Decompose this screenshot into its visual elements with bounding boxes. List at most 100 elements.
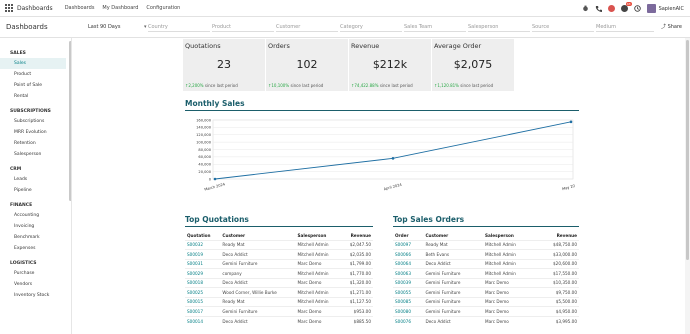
kpi-quotations[interactable]: Quotations 23 ↑2,200% since last period xyxy=(183,39,265,91)
filter-customer[interactable]: Customer xyxy=(276,23,338,32)
period-filter[interactable]: Last 90 Days ▾ xyxy=(88,24,148,30)
sidebar-item-expenses[interactable]: Expenses xyxy=(0,243,71,254)
filter-salesperson[interactable]: Salesperson xyxy=(468,23,530,32)
sidebar-item-inventory-stock[interactable]: Inventory Stock xyxy=(0,290,71,301)
table-row[interactable]: S00032 Ready Mat Mitchell Admin $2,047.50 xyxy=(185,239,373,250)
messages-icon[interactable]: 43 xyxy=(620,2,632,12)
table-row[interactable]: S00019 Deco Addict Mitchell Admin $2,035.00 xyxy=(185,249,373,259)
x-tick-label: April 2024 xyxy=(383,183,403,192)
table-row[interactable]: S00063 Gemini Furniture Mitchell Admin $17,… xyxy=(393,268,579,278)
table-row[interactable]: S00029 company Mitchell Admin $1,770.00 xyxy=(185,268,373,278)
cell-ref[interactable]: S00018 xyxy=(185,277,221,288)
filter-sales-team[interactable]: Sales Team xyxy=(404,23,466,32)
sidebar-item-salesperson[interactable]: Salesperson xyxy=(0,149,71,160)
cell-ref[interactable]: S00031 xyxy=(185,258,221,269)
bug-icon[interactable] xyxy=(582,5,589,12)
table-row[interactable]: S00085 Gemini Furniture Marc Demo $5,500.00 xyxy=(393,296,579,307)
sidebar-item-subscriptions[interactable]: Subscriptions xyxy=(0,116,71,127)
sidebar-item-product[interactable]: Product xyxy=(0,69,71,80)
cell-ref[interactable]: S00097 xyxy=(393,239,424,250)
x-tick-label: May 2024 xyxy=(562,183,575,192)
kpi-trend: ↑10,100% since last period xyxy=(268,83,323,88)
table-row[interactable]: S00031 Gemini Furniture Marc Demo $1,799.00 xyxy=(185,258,373,269)
filter-medium[interactable]: Medium xyxy=(596,23,654,32)
apps-menu-icon[interactable] xyxy=(5,4,13,12)
sidebar-item-invoicing[interactable]: Invoicing xyxy=(0,221,71,232)
filter-source[interactable]: Source xyxy=(532,23,594,32)
monthly-sales-rule xyxy=(185,110,579,111)
col-customer: Customer xyxy=(222,233,246,239)
cell-ref[interactable]: S00055 xyxy=(393,287,424,297)
cell-customer: Gemini Furniture xyxy=(220,258,296,269)
kpi-average-order[interactable]: Average Order $2,075 ↑1,120.81% since la… xyxy=(432,39,514,91)
table-row[interactable]: S00025 Wood Corner, Willie Burke Mitchell … xyxy=(185,287,373,297)
col-salesperson: Salesperson xyxy=(484,233,514,239)
cell-ref[interactable]: S00064 xyxy=(393,258,424,269)
nav-dashboards[interactable]: Dashboards xyxy=(65,5,95,11)
kpi-orders[interactable]: Orders 102 ↑10,100% since last period xyxy=(266,39,348,91)
top-quotations-title: Top Quotations xyxy=(185,215,249,224)
table-row[interactable]: S00055 Gemini Furniture Marc Demo $9,750.00 xyxy=(393,287,579,297)
cell-ref[interactable]: S00025 xyxy=(185,287,221,297)
nav-my-dashboard[interactable]: My Dashboard xyxy=(102,5,138,11)
cell-salesperson: Marc Demo xyxy=(295,258,341,269)
sidebar-item-accounting[interactable]: Accounting xyxy=(0,210,71,221)
main-scrollbar-thumb[interactable] xyxy=(686,40,689,260)
share-button[interactable]: ⤴ Share xyxy=(661,23,682,30)
cell-ref[interactable]: S00015 xyxy=(185,296,221,307)
period-filter-value: Last 90 Days xyxy=(88,24,121,30)
sidebar-item-retention[interactable]: Retention xyxy=(0,138,71,149)
cell-ref[interactable]: S00063 xyxy=(393,268,424,278)
data-point[interactable] xyxy=(213,177,217,181)
sidebar-item-purchase[interactable]: Purchase xyxy=(0,268,71,279)
cell-ref[interactable]: S00019 xyxy=(185,249,221,259)
table-row[interactable]: S00039 Gemini Furniture Marc Demo $10,350.0… xyxy=(393,277,579,288)
cell-ref[interactable]: S00029 xyxy=(185,268,221,278)
top-sales-orders-table: Order Customer Salesperson Revenue S0009… xyxy=(393,232,579,326)
sidebar-item-benchmark[interactable]: Benchmark xyxy=(0,232,71,243)
cell-ref[interactable]: S00039 xyxy=(393,277,424,288)
filter-category[interactable]: Category xyxy=(340,23,402,32)
sidebar-item-mrr-evolution[interactable]: MRR Evolution xyxy=(0,127,71,138)
cell-ref[interactable]: S00066 xyxy=(393,249,424,259)
cell-ref[interactable]: S00076 xyxy=(393,315,424,326)
table-row[interactable]: S00066 Beth Evans Mitchell Admin $33,000.00 xyxy=(393,249,579,259)
data-point[interactable] xyxy=(391,157,395,160)
table-row[interactable]: S00018 Deco Addict Marc Demo $1,320.00 xyxy=(185,277,373,288)
table-row[interactable]: S00064 Deco Addict Mitchell Admin $20,600.0… xyxy=(393,258,579,269)
sidebar-item-pipeline[interactable]: Pipeline xyxy=(0,185,71,196)
clock-icon[interactable] xyxy=(633,5,641,12)
cell-ref[interactable]: S00032 xyxy=(185,239,221,250)
cell-salesperson: Marc Demo xyxy=(482,306,537,316)
sidebar-item-rental[interactable]: Rental xyxy=(0,91,71,102)
table-row[interactable]: S00015 Ready Mat Mitchell Admin $1,127.50 xyxy=(185,296,373,307)
cell-ref[interactable]: S00080 xyxy=(393,306,424,316)
table-row[interactable]: S00014 Deco Addict Marc Demo $885.50 xyxy=(185,315,373,326)
cell-ref[interactable]: S00017 xyxy=(185,306,221,316)
company-name[interactable]: SapienAIC xyxy=(659,6,684,12)
kpi-label: Revenue xyxy=(351,42,380,50)
table-row[interactable]: S00080 Gemini Furniture Marc Demo $4,950.00 xyxy=(393,306,579,316)
cell-ref[interactable]: S00014 xyxy=(185,315,221,326)
sidebar-item-leads[interactable]: Leads xyxy=(0,174,71,185)
phone-icon[interactable] xyxy=(595,5,602,12)
filter-product[interactable]: Product xyxy=(212,23,274,32)
filter-country[interactable]: Country xyxy=(148,23,210,32)
nav-configuration[interactable]: Configuration xyxy=(146,5,180,11)
data-point[interactable] xyxy=(569,120,573,124)
user-avatar[interactable] xyxy=(646,4,656,13)
app-brand[interactable]: Dashboards xyxy=(17,5,53,12)
table-row[interactable]: S00017 Gemini Furniture Marc Demo $953.00 xyxy=(185,306,373,316)
chevron-down-icon: ▾ xyxy=(144,24,147,30)
cell-customer: Deco Addict xyxy=(220,249,296,259)
activity-icon[interactable] xyxy=(607,5,615,12)
sidebar-item-vendors[interactable]: Vendors xyxy=(0,279,71,290)
messages-badge: 43 xyxy=(625,2,632,6)
table-row[interactable]: S00076 Deco Addict Marc Demo $3,995.00 xyxy=(393,315,579,326)
kpi-revenue[interactable]: Revenue $212k ↑74,422.88% since last per… xyxy=(349,39,431,91)
sidebar-item-sales[interactable]: Sales xyxy=(0,58,66,69)
table-row[interactable]: S00097 Ready Mat Mitchell Admin $48,750.00 xyxy=(393,239,579,250)
cell-ref[interactable]: S00085 xyxy=(393,296,424,307)
sidebar-item-point-of-sale[interactable]: Point of Sale xyxy=(0,80,71,91)
sidebar: SALES Sales Product Point of Sale Rental… xyxy=(0,38,72,334)
